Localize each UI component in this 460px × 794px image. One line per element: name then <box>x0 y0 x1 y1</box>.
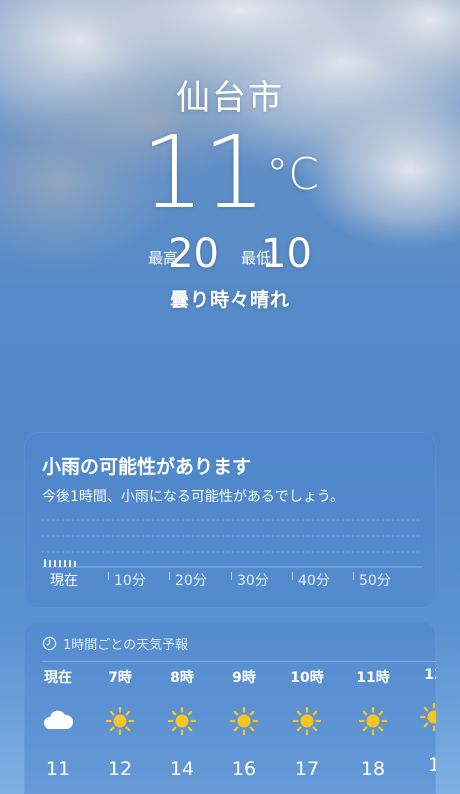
temperature-unit: °C <box>266 149 319 200</box>
current-temperature: 11°C <box>0 118 460 228</box>
divider <box>42 661 436 662</box>
hour-item: 10時 17 <box>277 665 337 780</box>
hourly-forecast-header: 1時間ごとの天気予報 <box>42 634 188 653</box>
tick-mark <box>169 572 170 580</box>
hourly-forecast-list[interactable]: 現在 11 7時 12 8時 14 9時 16 10時 17 11時 18 1 … <box>24 665 436 794</box>
hourly-forecast-card[interactable]: 1時間ごとの天気予報 現在 11 7時 12 8時 14 9時 16 10時 1… <box>24 621 436 794</box>
hour-temperature: 1 <box>427 754 436 776</box>
sun-icon <box>214 704 274 738</box>
precipitation-time-axis: 現在 10分 20分 30分 40分 50分 <box>42 570 422 594</box>
tick-mark <box>353 572 354 580</box>
hour-temperature: 17 <box>294 758 320 780</box>
hour-item: 7時 12 <box>90 665 150 780</box>
tick-label: 20分 <box>175 573 207 589</box>
high-low-temperatures: 最高20 最低10 <box>0 232 460 276</box>
hour-time: 10時 <box>290 670 324 686</box>
low-label: 最低 <box>241 249 272 267</box>
tick-label: 10分 <box>114 573 146 589</box>
hour-temperature: 14 <box>169 758 195 780</box>
weather-condition: 曇り時々晴れ <box>169 289 290 311</box>
hour-temperature: 18 <box>360 758 386 780</box>
hour-item: 9時 16 <box>214 665 274 780</box>
tick-mark <box>231 572 232 580</box>
low-value: 10 <box>261 231 312 277</box>
high-value: 20 <box>168 231 219 277</box>
hour-time: 12 <box>424 667 436 683</box>
hour-time: 9時 <box>232 670 256 686</box>
hour-temperature: 12 <box>107 758 133 780</box>
tick-label: 40分 <box>298 573 330 589</box>
hour-item: 8時 14 <box>152 665 212 780</box>
city-name: 仙台市 <box>176 78 284 118</box>
hourly-forecast-label: 1時間ごとの天気予報 <box>63 638 189 653</box>
sun-icon <box>404 700 436 734</box>
tick-mark <box>292 572 293 580</box>
hour-item: 12 1 <box>404 665 436 776</box>
hour-time: 7時 <box>108 670 132 686</box>
precipitation-card[interactable]: 小雨の可能性があります 今後1時間、小雨になる可能性があるでしょう。 現在 10… <box>24 432 436 608</box>
hour-temperature: 11 <box>45 758 71 780</box>
hour-time: 現在 <box>44 670 72 686</box>
hour-temperature: 16 <box>231 758 257 780</box>
sun-icon <box>152 704 212 738</box>
hour-item: 11時 18 <box>343 665 403 780</box>
tick-label: 50分 <box>359 573 391 589</box>
precipitation-title: 小雨の可能性があります <box>42 456 252 478</box>
sun-icon <box>277 704 337 738</box>
tick-mark <box>108 572 109 580</box>
temperature-value: 11 <box>141 114 266 231</box>
cloud-icon <box>28 704 88 738</box>
tick-label: 30分 <box>237 573 269 589</box>
hour-item: 現在 11 <box>28 665 88 780</box>
sun-icon <box>90 704 150 738</box>
sun-icon <box>343 704 403 738</box>
hour-time: 11時 <box>356 670 390 686</box>
clock-icon <box>42 636 57 651</box>
high-label: 最高 <box>148 249 179 267</box>
hour-time: 8時 <box>170 670 194 686</box>
tick-label: 現在 <box>50 573 78 589</box>
precipitation-subtitle: 今後1時間、小雨になる可能性があるでしょう。 <box>42 489 345 505</box>
precipitation-bars <box>44 559 76 567</box>
